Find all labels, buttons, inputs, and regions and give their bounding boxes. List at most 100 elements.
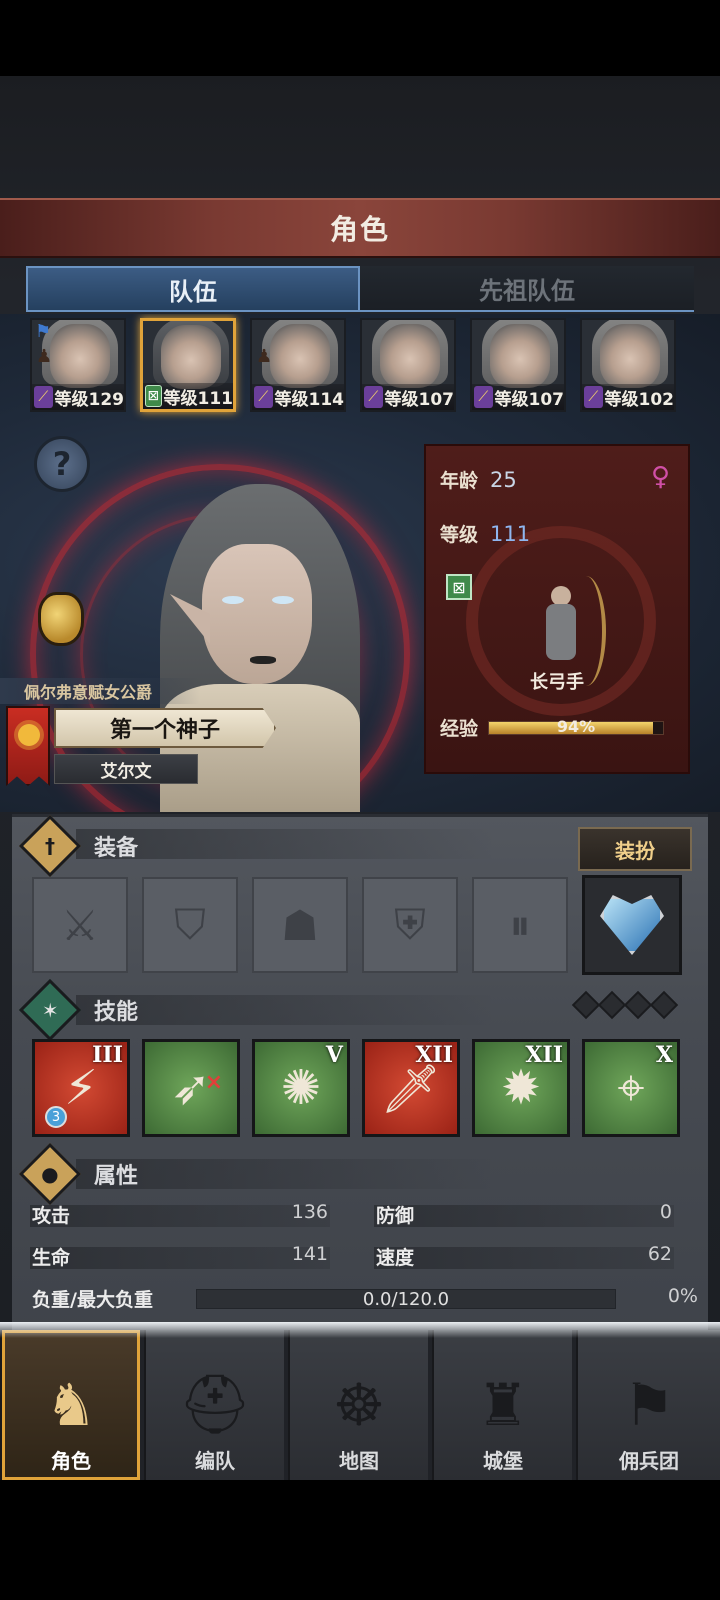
bow-icon: ⊠ [145,385,162,407]
hero-lips [250,656,276,664]
level-text: 等级114 [274,389,345,410]
frost-edge [0,1322,720,1338]
level-value: 111 [490,522,531,546]
female-icon: ♀ [650,462,670,492]
nav-formation[interactable]: ⛑ 编队 [144,1330,284,1480]
bottom-nav: ♞ 角色 ⛑ 编队 ☸ 地图 ♜ 城堡 ⚑ 佣兵团 [0,1330,720,1480]
tab-team[interactable]: 队伍 [26,266,360,312]
tab-ancestor-team[interactable]: 先祖队伍 [360,266,694,312]
level-text: 等级129 [54,389,125,410]
skill-1[interactable]: ⚡ III 3 [32,1039,130,1137]
skill-3[interactable]: ✺ V [252,1039,350,1137]
level-bar: ⟋ 等级102 [582,384,674,410]
nav-map[interactable]: ☸ 地图 [288,1330,428,1480]
shield-slot[interactable]: ⛉ [142,877,238,973]
age-value: 25 [490,468,517,492]
boots-icon: ⏸ [509,900,531,949]
defense-label: 防御 [376,1205,415,1227]
roster-portrait-3[interactable]: ♟ ⟋ 等级114 [250,318,346,412]
page-title: 角色 [329,213,390,246]
portrait-face [50,324,110,388]
skills-header: ✶ 技能 [18,978,138,1042]
armor-slot[interactable]: ⛨ [362,877,458,973]
level-bar: ⟋ 等级114 [252,384,344,410]
skill-4[interactable]: 🗡 XII [362,1039,460,1137]
hero-epithet[interactable]: 第一个神子 [54,708,276,748]
class-name: 长弓手 [530,672,584,693]
level-row: 等级 111 [440,520,530,547]
nav-character[interactable]: ♞ 角色 [0,1330,140,1480]
section-rule [76,829,496,859]
level-text: 等级107 [384,389,455,410]
staff-icon: ⟋ [584,386,603,408]
nav-mercenary[interactable]: ⚑ 佣兵团 [576,1330,720,1480]
level-bar: ⟋ 等级129 [32,384,124,410]
boots-slot[interactable]: ⏸ [472,877,568,973]
attack-label: 攻击 [32,1205,71,1227]
load-text: 0.0/120.0 [362,1289,450,1310]
roster-portrait-2[interactable]: ⊠ 等级111 [140,318,236,412]
burst-skill-icon: ✺ [280,1060,322,1116]
portrait-face [490,324,550,388]
attributes-header: ● 属性 [18,1142,138,1206]
level-text: 等级111 [163,388,234,409]
skill-2[interactable]: ➶ × [142,1039,240,1137]
staff-icon: ⟋ [34,386,53,408]
nav-label: 编队 [195,1449,235,1473]
shield-icon: ⛉ [174,900,206,949]
load-row: 负重/最大负重 0.0/120.0 0% [30,1283,698,1313]
cross-mark-icon: × [204,1070,223,1095]
roster-portrait-4[interactable]: ⟋ 等级107 [360,318,456,412]
potion-button[interactable] [30,586,90,652]
sword-icon: ⚔ [61,900,99,950]
level-label: 等级 [440,524,479,546]
skill-6[interactable]: ⌖ X [582,1039,680,1137]
nav-label: 佣兵团 [619,1449,679,1473]
amulet-slot[interactable] [582,875,682,975]
system-nav-area [0,1480,720,1600]
skill-charge-badge: 3 [45,1106,67,1128]
nav-label: 城堡 [483,1449,523,1473]
exp-percent: 94% [556,716,596,736]
exp-row: 经验 94% [440,714,665,741]
nav-label: 地图 [339,1449,379,1473]
dagger-icon: † [18,814,82,878]
skill-rank: V [325,1042,343,1068]
roster-portrait-6[interactable]: ⟋ 等级102 [580,318,676,412]
castle-icon: ♜ [477,1371,529,1439]
load-bar: 0.0/120.0 [196,1289,616,1310]
exp-bar: 94% [488,717,665,736]
helmet-slot[interactable]: ☗ [252,877,348,973]
helmet-icon: ☗ [281,900,319,950]
speed-value: 62 [647,1243,672,1265]
sword-skill-icon: 🗡 [380,1061,442,1117]
skill-rank: III [92,1042,123,1068]
defense-value: 0 [659,1201,672,1223]
hero-panel: ⚑ ♟ ⟋ 等级129 ⊠ 等级111 ♟ ⟋ 等级114 ⟋ 等级107 ⟋ … [0,314,720,812]
section-rule [76,995,496,1025]
dress-up-button[interactable]: 装扮 [578,827,692,871]
explosion-skill-icon: ✹ [500,1060,542,1116]
compass-map-icon: ☸ [333,1371,385,1439]
skill-rank: XII [525,1042,563,1068]
nav-castle[interactable]: ♜ 城堡 [432,1330,572,1480]
hero-name[interactable]: 艾尔文 [54,754,198,784]
exp-label: 经验 [440,718,479,740]
roster-portrait-5[interactable]: ⟋ 等级107 [470,318,566,412]
hp-row: 生命 141 [30,1241,330,1271]
roster-portrait-1[interactable]: ⚑ ♟ ⟋ 等级129 [30,318,126,412]
equipment-header: † 装备 [18,814,138,878]
age-row: 年龄 25 [440,466,517,493]
staff-icon: ⟋ [364,386,383,408]
hero-eye-right [272,596,294,604]
help-button[interactable]: ? [34,436,90,492]
level-bar: ⊠ 等级111 [143,383,233,409]
roster: ⚑ ♟ ⟋ 等级129 ⊠ 等级111 ♟ ⟋ 等级114 ⟋ 等级107 ⟋ … [30,318,690,412]
nav-label: 角色 [51,1449,91,1473]
weapon-slot[interactable]: ⚔ [32,877,128,973]
speed-row: 速度 62 [374,1241,674,1271]
skill-5[interactable]: ✹ XII [472,1039,570,1137]
person-icon: ● [18,1142,82,1206]
age-label: 年龄 [440,470,479,492]
level-bar: ⟋ 等级107 [362,384,454,410]
